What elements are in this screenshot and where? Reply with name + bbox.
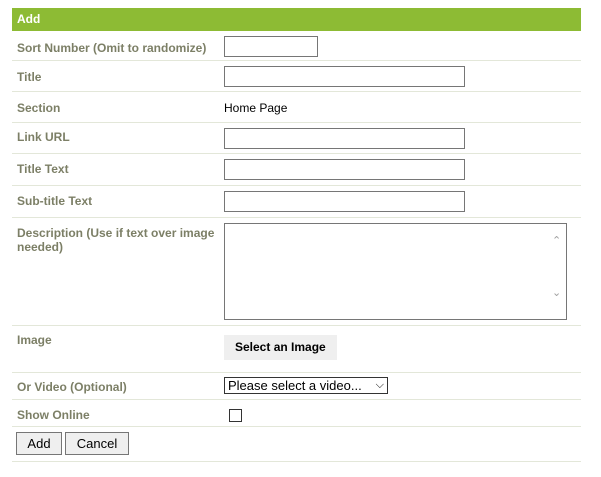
title-input[interactable] xyxy=(224,66,465,87)
show-online-label: Show Online xyxy=(17,408,90,422)
show-online-row: Show Online xyxy=(12,400,581,427)
section-label: Section xyxy=(17,101,61,115)
title-text-label: Title Text xyxy=(17,162,69,176)
section-value: Home Page xyxy=(224,101,288,115)
subtitle-text-row: Sub-title Text xyxy=(12,186,581,218)
video-select[interactable]: Please select a video... ⌵ xyxy=(224,377,388,394)
link-url-label: Link URL xyxy=(17,130,70,144)
add-button[interactable]: Add xyxy=(16,432,62,455)
description-row: Description (Use if text over image need… xyxy=(12,218,581,326)
video-row: Or Video (Optional) Please select a vide… xyxy=(12,373,581,400)
description-label: Description (Use if text over image need… xyxy=(17,226,215,254)
add-form: Add Sort Number (Omit to randomize) Titl… xyxy=(12,8,581,462)
description-scrollbar[interactable]: ⌃ ⌄ xyxy=(549,224,566,319)
sort-number-input[interactable] xyxy=(224,36,318,57)
section-row: Section Home Page xyxy=(12,92,581,123)
image-row: Image Select an Image xyxy=(12,326,581,373)
select-image-button[interactable]: Select an Image xyxy=(224,335,337,360)
subtitle-text-input[interactable] xyxy=(224,191,465,212)
sort-number-label: Sort Number (Omit to randomize) xyxy=(17,41,207,55)
form-actions: Add Cancel xyxy=(12,427,581,462)
scroll-up-icon[interactable]: ⌃ xyxy=(552,234,561,247)
video-label: Or Video (Optional) xyxy=(17,380,127,394)
link-url-row: Link URL xyxy=(12,123,581,154)
description-textarea[interactable] xyxy=(224,223,567,320)
link-url-input[interactable] xyxy=(224,128,465,149)
title-label: Title xyxy=(17,70,42,84)
chevron-down-icon: ⌵ xyxy=(375,379,384,391)
title-text-input[interactable] xyxy=(224,159,465,180)
title-text-row: Title Text xyxy=(12,154,581,186)
subtitle-text-label: Sub-title Text xyxy=(17,194,93,208)
title-row: Title xyxy=(12,61,581,92)
scroll-down-icon[interactable]: ⌄ xyxy=(552,286,561,299)
sort-number-row: Sort Number (Omit to randomize) xyxy=(12,31,581,61)
description-wrapper: ⌃ ⌄ xyxy=(224,223,567,320)
show-online-checkbox[interactable] xyxy=(229,409,242,422)
video-select-value: Please select a video... xyxy=(228,378,362,393)
image-label: Image xyxy=(17,333,52,347)
form-header: Add xyxy=(12,8,581,31)
cancel-button[interactable]: Cancel xyxy=(65,432,129,455)
